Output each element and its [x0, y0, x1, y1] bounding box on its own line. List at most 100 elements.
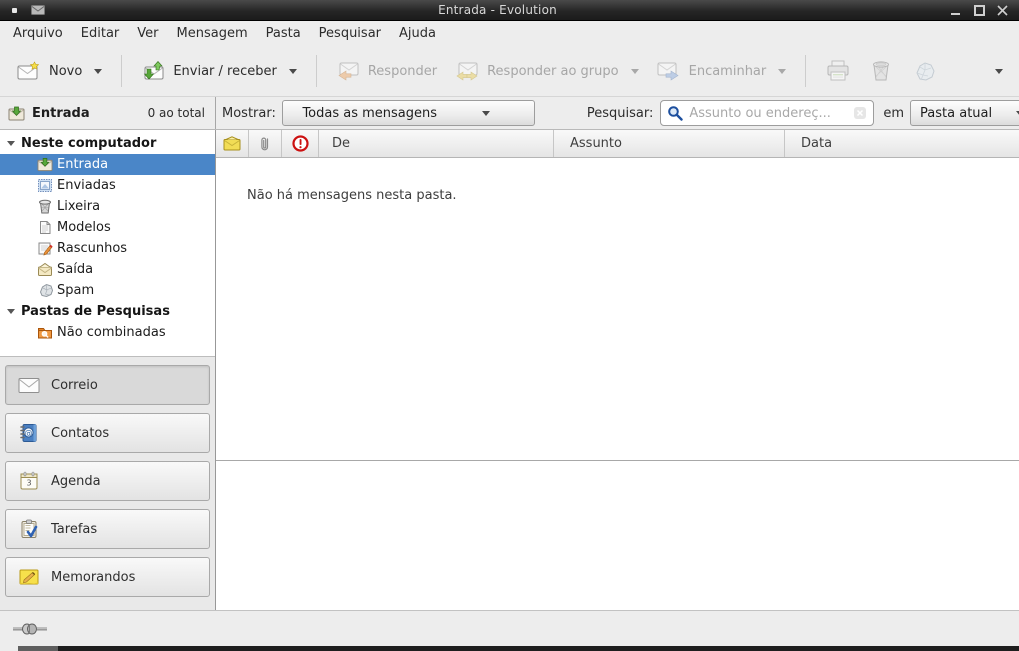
draft-icon — [37, 241, 53, 256]
forward-icon — [657, 61, 681, 81]
print-button[interactable] — [816, 53, 860, 89]
delete-button[interactable] — [860, 53, 902, 89]
close-button[interactable] — [996, 5, 1009, 16]
status-bar — [0, 610, 1019, 646]
folder-label: Lixeira — [57, 199, 100, 214]
switcher-tarefas-button[interactable]: Tarefas — [5, 509, 210, 549]
column-date-label: Data — [801, 136, 832, 151]
junk-button[interactable] — [902, 53, 946, 89]
folder-item-modelos[interactable]: Modelos — [0, 217, 215, 238]
outbox-icon — [37, 262, 53, 277]
reply-button[interactable]: Responder — [327, 54, 446, 88]
menubar: Arquivo Editar Ver Mensagem Pasta Pesqui… — [0, 21, 1019, 46]
message-list-header: De Assunto Data — [216, 130, 1019, 158]
folder-item-spam[interactable]: Spam — [0, 280, 215, 301]
expander-down-icon[interactable] — [7, 141, 15, 146]
switcher-label: Contatos — [51, 426, 109, 441]
tree-section-local[interactable]: Neste computador — [0, 133, 215, 154]
search-icon — [667, 105, 683, 121]
inbox-icon — [37, 157, 53, 172]
folder-item-nao-combinadas[interactable]: Não combinadas — [0, 322, 215, 343]
tree-section-label: Neste computador — [21, 136, 156, 151]
column-attachment[interactable] — [249, 130, 282, 157]
reply-group-dropdown-caret-icon[interactable] — [631, 69, 639, 74]
sidebar: Neste computador Entrada Enviadas — [0, 130, 216, 610]
memo-icon — [18, 567, 40, 587]
menu-pesquisar[interactable]: Pesquisar — [310, 23, 390, 44]
show-filter-value: Todas as mensagens — [302, 106, 437, 121]
search-box[interactable] — [660, 100, 874, 126]
search-input[interactable] — [689, 106, 847, 121]
new-button-label: Novo — [49, 64, 82, 79]
junk-icon — [912, 60, 936, 82]
tree-section-label: Pastas de Pesquisas — [21, 304, 170, 319]
menu-editar[interactable]: Editar — [72, 23, 129, 44]
reply-group-button[interactable]: Responder ao grupo — [446, 54, 648, 88]
folder-item-saida[interactable]: Saída — [0, 259, 215, 280]
minimize-button[interactable] — [950, 5, 963, 16]
folder-item-entrada[interactable]: Entrada — [0, 154, 215, 175]
switcher-agenda-button[interactable]: 3 Agenda — [5, 461, 210, 501]
menu-ver[interactable]: Ver — [128, 23, 167, 44]
search-scope-combobox[interactable]: Pasta atual — [910, 100, 1019, 126]
menu-pasta[interactable]: Pasta — [257, 23, 310, 44]
new-dropdown-caret-icon[interactable] — [94, 69, 102, 74]
folder-label: Não combinadas — [57, 325, 166, 340]
view-switcher: Correio @ Contatos 3 — [0, 356, 215, 610]
search-scope-in-label: em — [883, 106, 904, 121]
paperclip-icon — [259, 135, 271, 152]
show-filter-caret-icon — [482, 111, 490, 116]
send-receive-dropdown-caret-icon[interactable] — [289, 69, 297, 74]
online-status-plug-icon[interactable] — [13, 622, 47, 636]
message-list-body[interactable]: Não há mensagens nesta pasta. — [216, 158, 1019, 460]
send-receive-icon — [141, 61, 165, 81]
forward-button[interactable]: Encaminhar — [648, 54, 796, 88]
current-folder-header: Entrada 0 ao total — [0, 97, 216, 129]
toolbar-overflow-caret-icon[interactable] — [995, 69, 1003, 74]
expander-down-icon[interactable] — [7, 309, 15, 314]
switcher-label: Agenda — [51, 474, 101, 489]
folder-label: Rascunhos — [57, 241, 127, 256]
switcher-contatos-button[interactable]: @ Contatos — [5, 413, 210, 453]
column-important[interactable] — [282, 130, 319, 157]
send-receive-button[interactable]: Enviar / receber — [132, 54, 306, 88]
clear-search-icon[interactable] — [853, 106, 867, 120]
menu-mensagem[interactable]: Mensagem — [168, 23, 257, 44]
contacts-icon: @ — [18, 423, 40, 443]
folder-title: Entrada — [32, 106, 90, 121]
reply-icon — [336, 61, 360, 81]
reply-group-icon — [455, 61, 479, 81]
bottom-edge-strip — [0, 646, 1019, 651]
menu-ajuda[interactable]: Ajuda — [390, 23, 445, 44]
column-from[interactable]: De — [319, 130, 554, 157]
svg-text:@: @ — [25, 428, 33, 437]
search-folder-icon — [37, 325, 53, 340]
svg-text:3: 3 — [26, 479, 31, 488]
window-menu-dot-icon — [12, 8, 17, 13]
switcher-memorandos-button[interactable]: Memorandos — [5, 557, 210, 597]
show-filter-combobox[interactable]: Todas as mensagens — [282, 100, 535, 126]
sent-icon — [37, 178, 53, 193]
folder-item-rascunhos[interactable]: Rascunhos — [0, 238, 215, 259]
forward-dropdown-caret-icon[interactable] — [778, 69, 786, 74]
preview-pane — [216, 461, 1019, 610]
folder-item-lixeira[interactable]: Lixeira — [0, 196, 215, 217]
print-icon — [826, 60, 850, 82]
maximize-button[interactable] — [973, 5, 986, 16]
column-subject[interactable]: Assunto — [554, 130, 785, 157]
window-title: Entrada - Evolution — [45, 3, 950, 17]
spam-icon — [37, 283, 53, 298]
column-date[interactable]: Data — [785, 130, 1019, 157]
trash-icon — [37, 199, 53, 214]
switcher-label: Correio — [51, 378, 98, 393]
folder-label: Enviadas — [57, 178, 116, 193]
folder-item-enviadas[interactable]: Enviadas — [0, 175, 215, 196]
switcher-correio-button[interactable]: Correio — [5, 365, 210, 405]
menu-arquivo[interactable]: Arquivo — [4, 23, 72, 44]
tree-section-search-folders[interactable]: Pastas de Pesquisas — [0, 301, 215, 322]
trash-icon — [870, 60, 892, 82]
message-list-pane: De Assunto Data Não há mensagens nesta p… — [216, 130, 1019, 610]
new-button[interactable]: Novo — [8, 54, 111, 88]
toolbar-separator — [805, 55, 806, 87]
column-read-status[interactable] — [216, 130, 249, 157]
